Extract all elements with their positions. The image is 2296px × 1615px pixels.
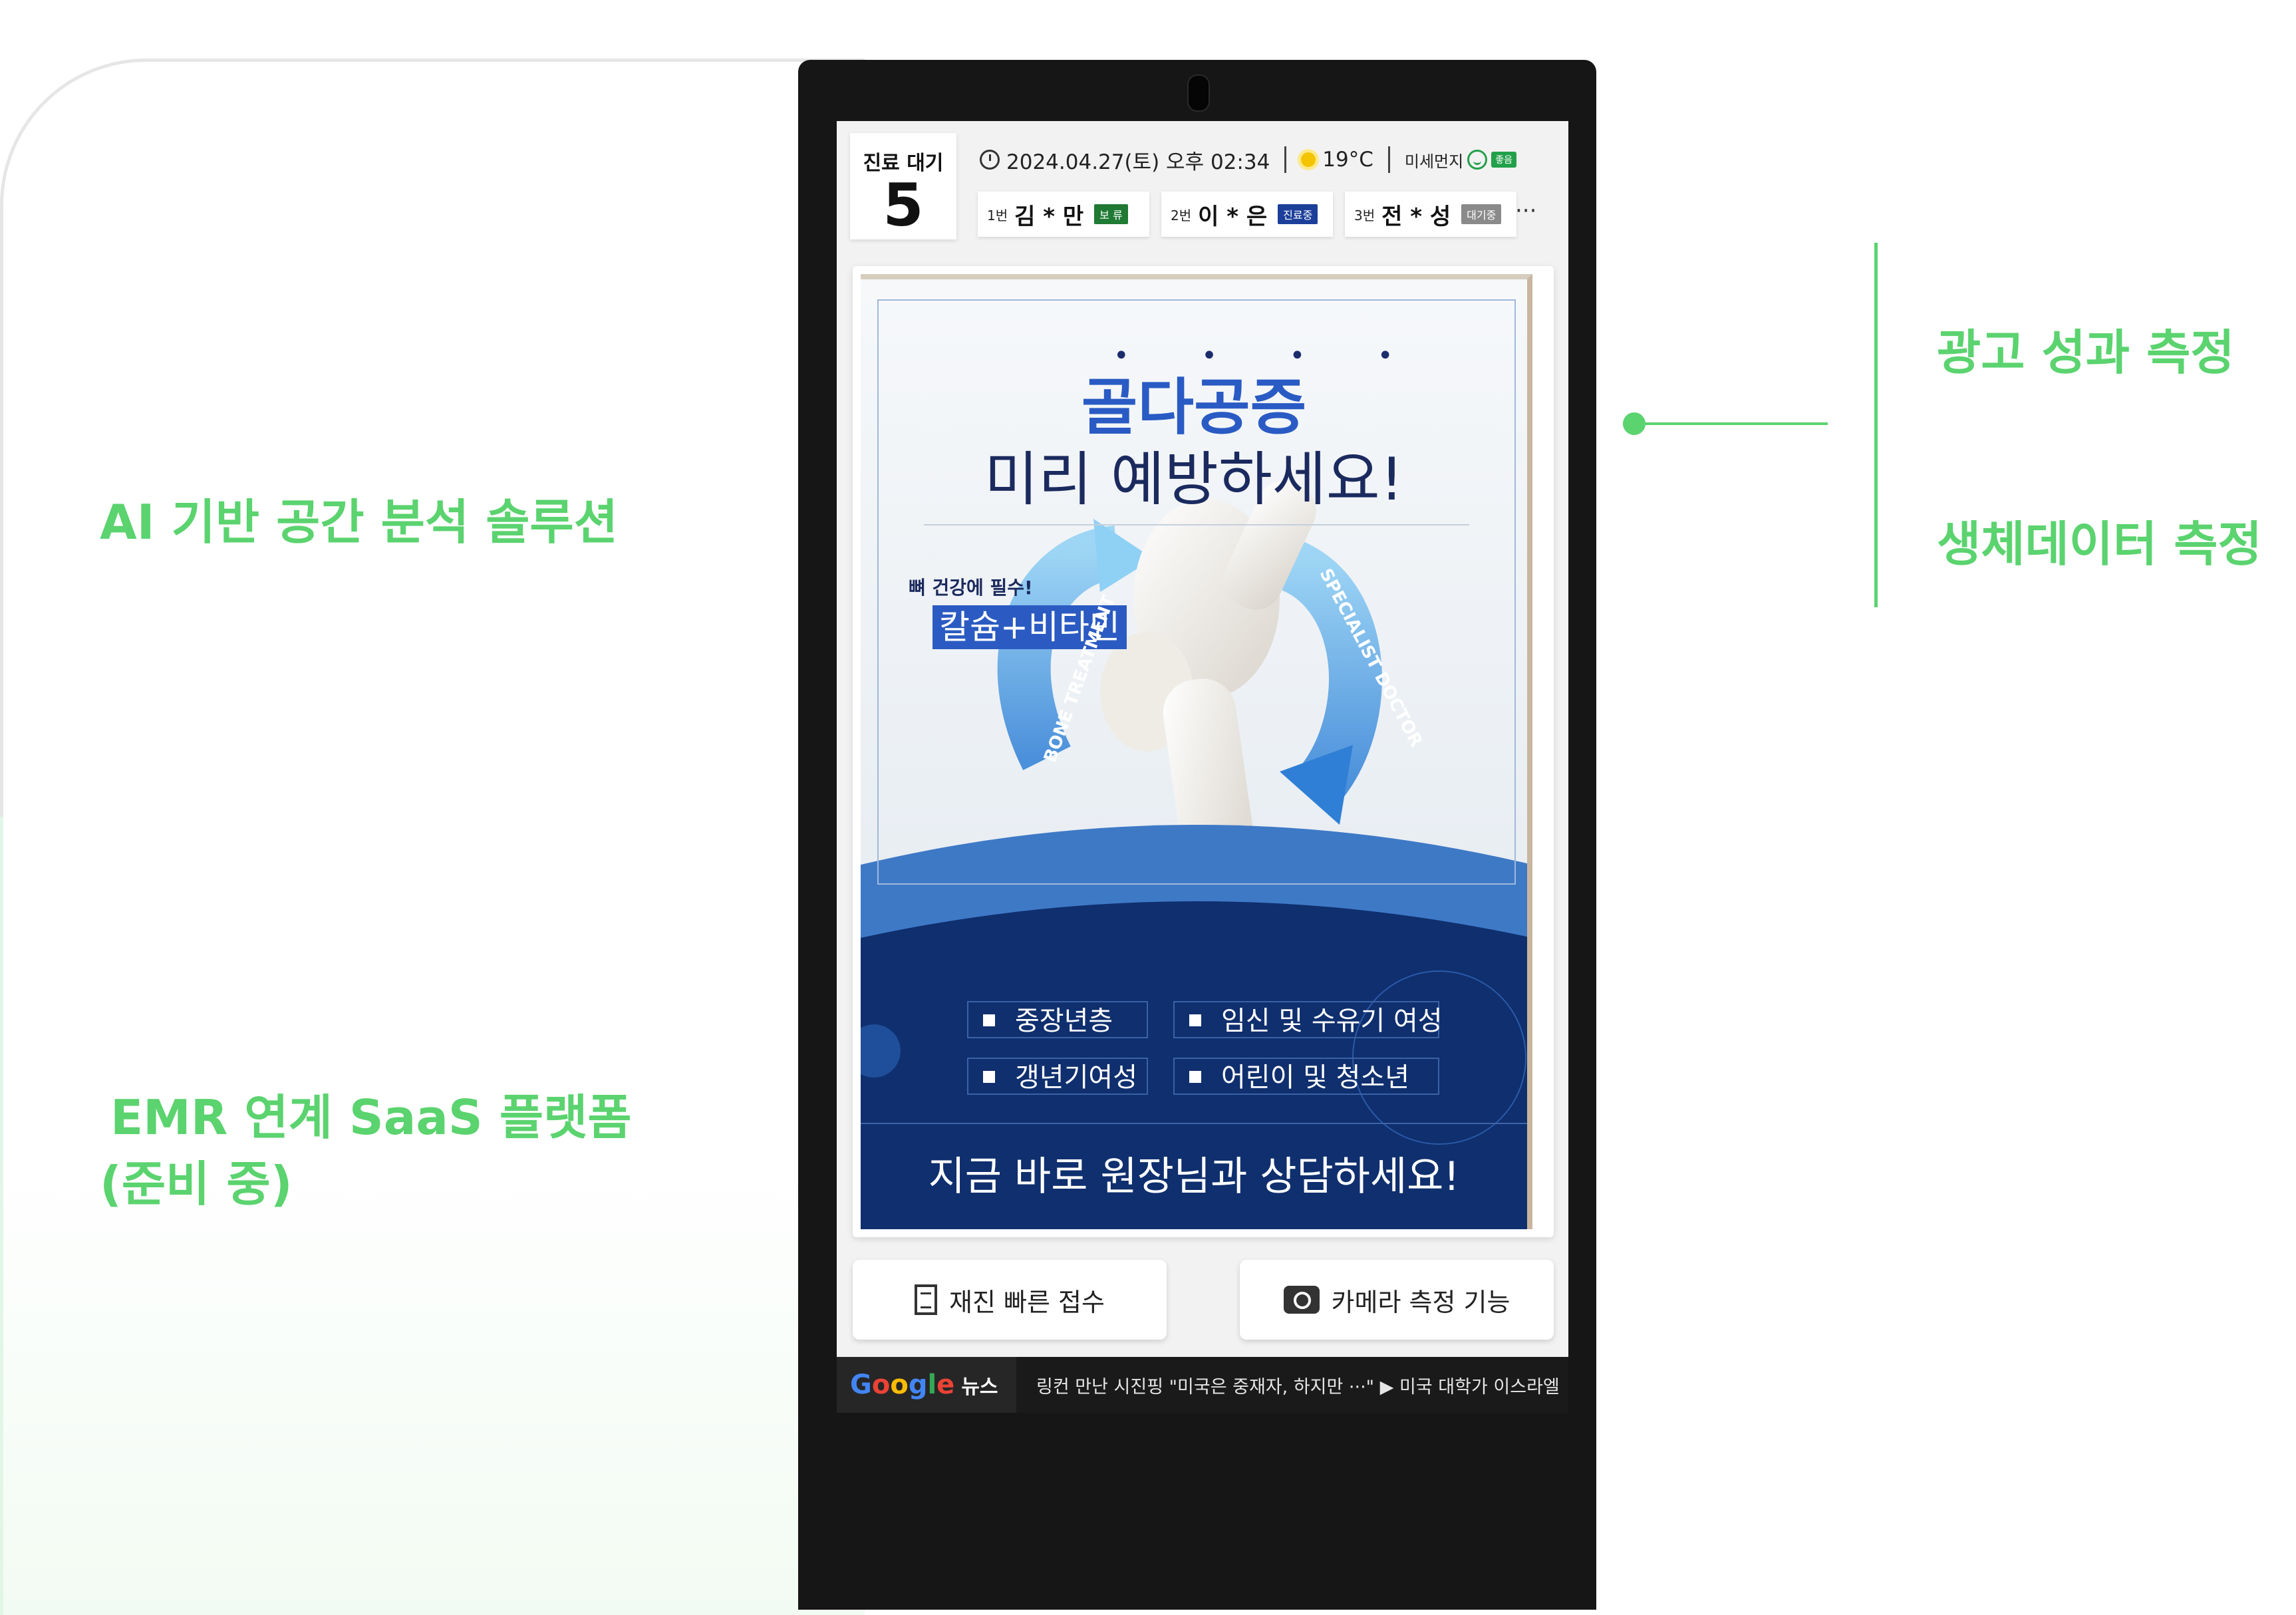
patient-chip: 1번 김 * 만 보 류 xyxy=(978,192,1149,237)
cta-divider xyxy=(861,1123,1527,1124)
patient-name: 김 * 만 xyxy=(1014,203,1084,230)
patient-chip: 2번 이 * 은 진료중 xyxy=(1161,192,1333,237)
google-logo-letter: o xyxy=(890,1370,909,1400)
patient-chip: 3번 전 * 성 대기중 xyxy=(1345,192,1516,237)
target-item: 어린이 및 청소년 xyxy=(1173,1058,1439,1095)
sun-icon xyxy=(1301,152,1316,167)
camera-icon xyxy=(1283,1286,1320,1314)
target-item: 중장년층 xyxy=(967,1001,1148,1038)
news-source-label: 뉴스 xyxy=(961,1376,998,1399)
patient-queue: 1번 김 * 만 보 류 2번 이 * 은 진료중 3번 전 * 성 대기중 xyxy=(978,192,1528,237)
dust-label: 미세먼지 xyxy=(1404,152,1464,171)
google-logo-letter: o xyxy=(871,1370,891,1400)
patient-name: 전 * 성 xyxy=(1381,203,1451,230)
target-item: 갱년기여성 xyxy=(967,1058,1148,1095)
feature-divider-line xyxy=(1874,243,1878,607)
kiosk-screen: 진료 대기 5 2024.04.27(토) 오후 02:34 19°C 미세먼지… xyxy=(837,121,1568,1413)
feature-ai-analysis: AI 기반 공간 분석 솔루션 xyxy=(100,494,618,550)
patient-status-badge: 대기중 xyxy=(1461,204,1502,224)
news-headline[interactable]: 링컨 만난 시진핑 "미국은 중재자, 하지만 ···" ▶ 미국 대학가 이스… xyxy=(1036,1372,1560,1398)
feature-ad-performance: 광고 성과 측정 xyxy=(1937,325,2235,380)
clock-icon xyxy=(980,150,1000,170)
ad-title: 미리 예방하세요! xyxy=(984,445,1403,514)
dust-level-badge: 좋음 xyxy=(1491,152,1516,168)
feature-biometric: 생체데이터 측정 xyxy=(1937,516,2262,572)
quick-checkin-label: 재진 빠른 접수 xyxy=(949,1287,1105,1317)
ad-card[interactable]: • • • • 골다공증 미리 예방하세요! 뼈 건강에 필수! 칼슘+비타민 … xyxy=(853,266,1554,1237)
google-logo-letter: e xyxy=(936,1370,955,1400)
smile-icon xyxy=(1467,150,1488,170)
camera-measure-label: 카메라 측정 기능 xyxy=(1331,1287,1510,1317)
status-bar: 2024.04.27(토) 오후 02:34 19°C 미세먼지 좋음 xyxy=(980,141,1516,178)
news-ticker[interactable]: Google 뉴스 링컨 만난 시진핑 "미국은 중재자, 하지만 ···" ▶… xyxy=(837,1357,1568,1413)
patient-number: 3번 xyxy=(1354,207,1375,223)
patient-number: 2번 xyxy=(1171,207,1192,223)
datetime: 2024.04.27(토) 오후 02:34 xyxy=(1006,150,1270,174)
feature-emr-line2: (준비 중) xyxy=(100,1156,293,1212)
document-icon xyxy=(915,1284,938,1315)
patient-number: 1번 xyxy=(987,207,1008,223)
google-logo-letter: l xyxy=(927,1370,937,1400)
waiting-count-box: 진료 대기 5 xyxy=(850,133,956,239)
patient-status-badge: 보 류 xyxy=(1094,204,1128,224)
connector-dot xyxy=(1623,412,1646,435)
camera-measure-button[interactable]: 카메라 측정 기능 xyxy=(1240,1260,1554,1340)
google-news-logo: Google 뉴스 xyxy=(837,1357,1016,1413)
more-patients-button[interactable]: ··· xyxy=(1515,198,1536,224)
target-item: 임신 및 수유기 여성 xyxy=(1173,1001,1443,1038)
separator xyxy=(1284,146,1287,173)
patient-status-badge: 진료중 xyxy=(1278,204,1318,224)
ad-banner[interactable]: • • • • 골다공증 미리 예방하세요! 뼈 건강에 필수! 칼슘+비타민 … xyxy=(861,274,1532,1229)
divider xyxy=(924,524,1469,525)
connector-line xyxy=(1643,422,1828,425)
temperature: 19°C xyxy=(1322,148,1373,172)
google-logo-letter: g xyxy=(908,1370,928,1400)
left-panel xyxy=(0,59,865,1615)
quick-checkin-button[interactable]: 재진 빠른 접수 xyxy=(853,1260,1167,1340)
waiting-count: 5 xyxy=(883,171,924,239)
kiosk-device: 진료 대기 5 2024.04.27(토) 오후 02:34 19°C 미세먼지… xyxy=(798,60,1596,1610)
feature-emr-line1: EMR 연계 SaaS 플랫폼 xyxy=(110,1090,632,1145)
ad-badge-small: 뼈 건강에 필수! xyxy=(909,577,1033,599)
camera-lens-icon xyxy=(1187,74,1210,112)
ad-cta: 지금 바로 원장님과 상담하세요! xyxy=(928,1153,1460,1200)
google-logo-letter: G xyxy=(850,1370,872,1400)
separator xyxy=(1387,146,1390,173)
patient-name: 이 * 은 xyxy=(1198,203,1268,230)
